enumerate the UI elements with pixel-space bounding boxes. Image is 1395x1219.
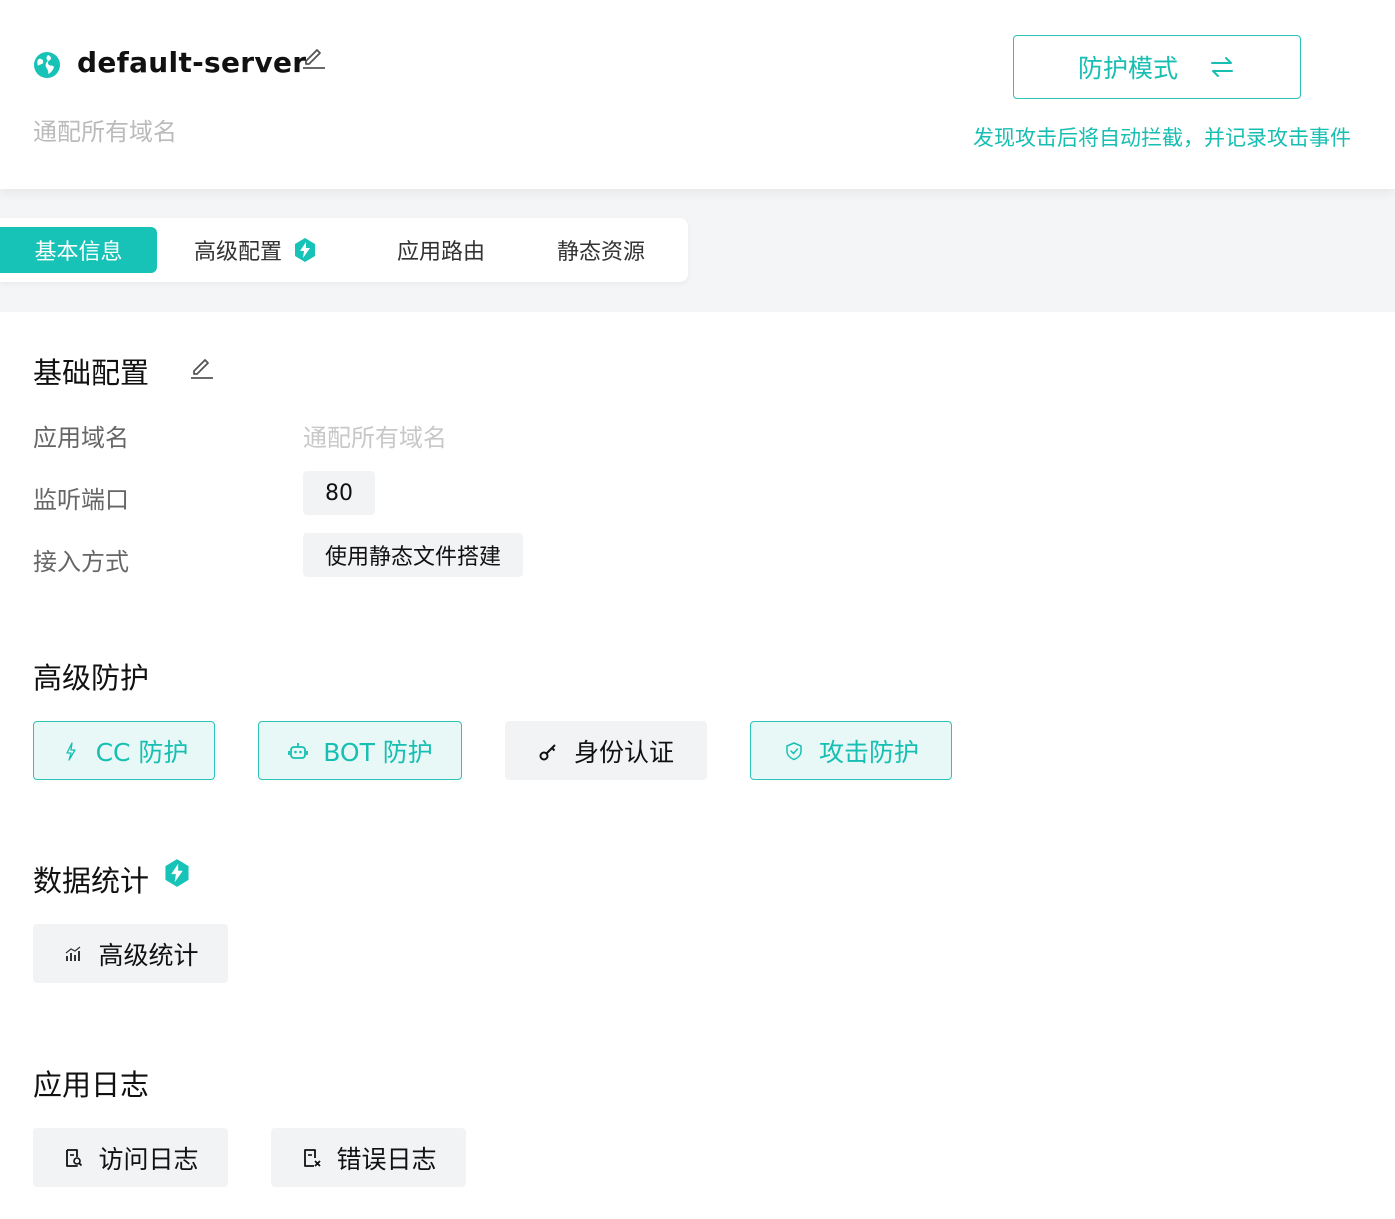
server-subtitle: 通配所有域名 <box>33 118 177 146</box>
edit-basic-config-icon[interactable] <box>188 352 216 380</box>
advanced-protection-title: 高级防护 <box>33 661 150 695</box>
error-log-label: 错误日志 <box>336 1144 437 1174</box>
field-label-port: 监听端口 <box>33 486 129 514</box>
edit-server-icon[interactable] <box>300 42 328 70</box>
protection-mode-button[interactable]: 防护模式 <box>1013 35 1301 99</box>
pro-badge-icon <box>295 238 315 262</box>
advanced-stats-label: 高级统计 <box>98 940 199 970</box>
access-mode-chip: 使用静态文件搭建 <box>303 533 524 577</box>
port-chip: 80 <box>303 471 375 515</box>
field-label-access-mode: 接入方式 <box>33 548 129 576</box>
server-name: default-server <box>77 46 307 79</box>
access-log-label: 访问日志 <box>98 1144 199 1174</box>
cc-protection-button[interactable]: CC 防护 <box>33 721 215 780</box>
pro-badge-icon <box>165 859 189 887</box>
field-value-domain: 通配所有域名 <box>303 424 447 452</box>
bar-chart-icon <box>66 946 81 961</box>
attack-protection-button[interactable]: 攻击防护 <box>750 721 952 780</box>
key-icon <box>539 743 556 760</box>
cc-protection-label: CC 防护 <box>95 737 189 767</box>
tab-advanced-config[interactable]: 高级配置 <box>176 227 336 273</box>
data-stats-title: 数据统计 <box>33 864 150 898</box>
app-logs-title: 应用日志 <box>33 1068 150 1102</box>
tab-static-resources[interactable]: 静态资源 <box>530 227 672 273</box>
field-label-domain: 应用域名 <box>33 424 129 452</box>
lightning-icon <box>65 741 76 761</box>
advanced-stats-button[interactable]: 高级统计 <box>33 924 228 983</box>
access-log-button[interactable]: 访问日志 <box>33 1128 228 1187</box>
tab-app-routes[interactable]: 应用路由 <box>370 227 512 273</box>
identity-auth-label: 身份认证 <box>573 737 674 767</box>
tab-basic-info[interactable]: 基本信息 <box>0 227 157 273</box>
swap-icon <box>1211 57 1233 77</box>
bot-protection-label: BOT 防护 <box>323 737 433 767</box>
tab-label: 高级配置 <box>193 240 282 265</box>
attack-protection-label: 攻击防护 <box>818 737 919 767</box>
error-log-button[interactable]: 错误日志 <box>271 1128 466 1187</box>
protection-mode-description: 发现攻击后将自动拦截，并记录攻击事件 <box>973 126 1351 150</box>
identity-auth-button[interactable]: 身份认证 <box>505 721 707 780</box>
document-error-icon <box>304 1148 322 1167</box>
tab-label: 应用路由 <box>396 240 485 265</box>
tab-bar: 基本信息 高级配置 应用路由 静态资源 <box>0 218 688 282</box>
protection-mode-label: 防护模式 <box>1077 54 1178 83</box>
tab-label: 静态资源 <box>556 240 645 265</box>
robot-icon <box>288 742 309 759</box>
basic-config-title: 基础配置 <box>33 356 150 390</box>
document-search-icon <box>66 1148 83 1167</box>
bot-protection-button[interactable]: BOT 防护 <box>258 721 462 780</box>
globe-icon <box>34 52 60 78</box>
app-header: default-server 通配所有域名 防护模式 发现攻击后将自动拦截，并记… <box>0 0 1395 189</box>
tab-label: 基本信息 <box>34 240 123 265</box>
shield-icon <box>786 741 802 760</box>
